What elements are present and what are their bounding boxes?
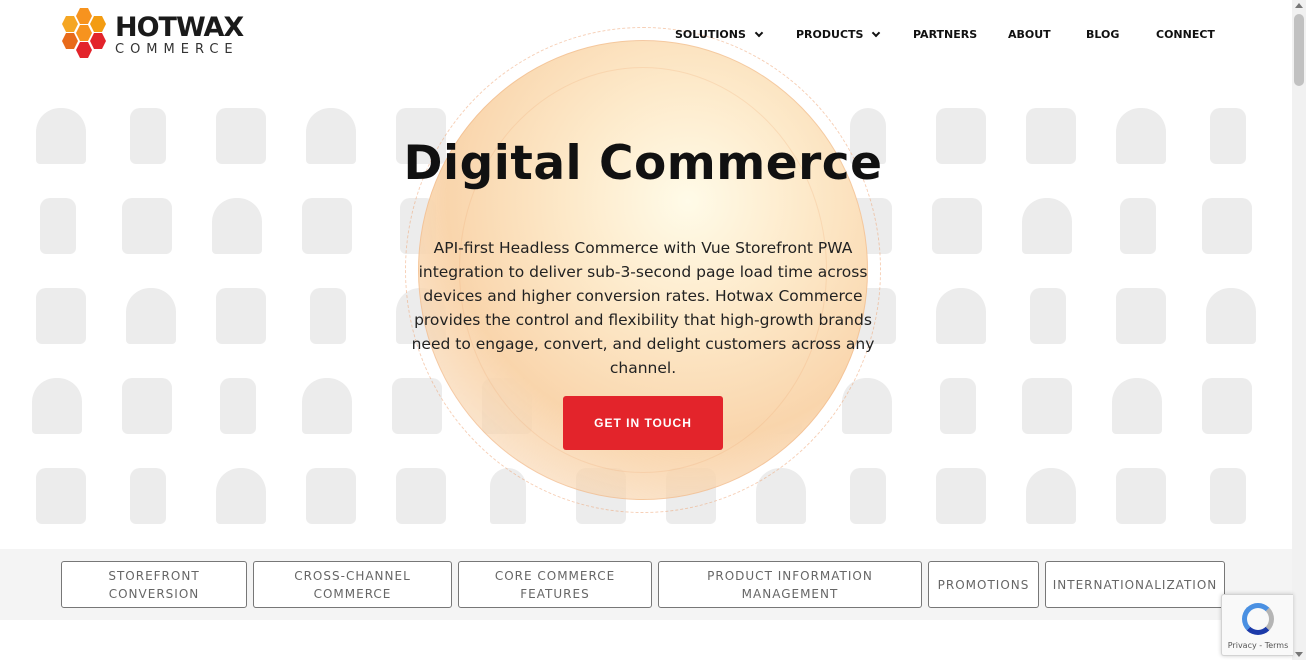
clothing-silhouette-icon xyxy=(302,378,352,434)
clothing-silhouette-icon xyxy=(36,288,86,344)
clothing-silhouette-icon xyxy=(1022,378,1072,434)
main-nav: SOLUTIONS PRODUCTS PARTNERS ABOUT BLOG C… xyxy=(675,28,1215,41)
clothing-silhouette-icon xyxy=(850,468,886,524)
hexagon-logo-icon xyxy=(57,6,111,64)
tab-label-line2: CONVERSION xyxy=(108,586,200,601)
clothing-silhouette-icon xyxy=(940,378,976,434)
clothing-silhouette-icon xyxy=(310,288,346,344)
tab-label-line2: MANAGEMENT xyxy=(741,586,839,601)
tab-product-information-management[interactable]: PRODUCT INFORMATION MANAGEMENT xyxy=(658,561,922,608)
tab-core-commerce-features[interactable]: CORE COMMERCE FEATURES xyxy=(458,561,652,608)
clothing-silhouette-icon xyxy=(936,468,986,524)
clothing-silhouette-icon xyxy=(302,198,352,254)
nav-item-about[interactable]: ABOUT xyxy=(1008,28,1086,41)
clothing-silhouette-icon xyxy=(1202,378,1252,434)
scroll-up-arrow-icon[interactable] xyxy=(1295,3,1303,8)
clothing-silhouette-icon xyxy=(1202,198,1252,254)
nav-item-label: PRODUCTS xyxy=(796,28,864,41)
nav-item-connect[interactable]: CONNECT xyxy=(1156,28,1215,41)
clothing-silhouette-icon xyxy=(126,288,176,344)
tab-label-line1: CORE COMMERCE xyxy=(494,568,616,583)
recaptcha-links[interactable]: Privacy - Terms xyxy=(1222,641,1294,650)
clothing-silhouette-icon xyxy=(122,378,172,434)
clothing-silhouette-icon xyxy=(1112,378,1162,434)
tab-label-line1: CROSS-CHANNEL xyxy=(294,568,411,583)
nav-item-solutions[interactable]: SOLUTIONS xyxy=(675,28,796,41)
tab-label: INTERNATIONALIZATION xyxy=(1052,577,1218,592)
nav-item-label: CONNECT xyxy=(1156,28,1215,41)
clothing-silhouette-icon xyxy=(122,198,172,254)
feature-tabs-strip: STOREFRONT CONVERSION CROSS-CHANNEL COMMER… xyxy=(0,549,1292,620)
hero-section: Digital Commerce API-first Headless Comm… xyxy=(0,0,1292,549)
clothing-silhouette-icon xyxy=(1206,288,1256,344)
tab-promotions[interactable]: PROMOTIONS xyxy=(928,561,1039,608)
clothing-silhouette-icon xyxy=(396,468,446,524)
logo-wordmark: HOTWAX xyxy=(115,12,244,43)
site-header: HOTWAX COMMERCE SOLUTIONS PRODUCTS PARTN… xyxy=(0,0,1292,70)
tab-label-line1: PRODUCT INFORMATION xyxy=(707,568,873,583)
tab-label-line1: STOREFRONT xyxy=(108,568,200,583)
hero-description: API-first Headless Commerce with Vue Sto… xyxy=(411,239,875,377)
chevron-down-icon xyxy=(754,28,764,37)
clothing-silhouette-icon xyxy=(220,378,256,434)
clothing-silhouette-icon xyxy=(1210,468,1246,524)
tab-label-line2: FEATURES xyxy=(520,586,590,601)
logo-subtitle: COMMERCE xyxy=(115,42,239,57)
nav-item-label: ABOUT xyxy=(1008,28,1051,41)
chevron-down-icon xyxy=(872,28,881,37)
tab-label-line2: COMMERCE xyxy=(313,586,392,601)
nav-item-blog[interactable]: BLOG xyxy=(1086,28,1156,41)
clothing-silhouette-icon xyxy=(212,198,262,254)
hero-title: Digital Commerce xyxy=(403,136,883,191)
tab-internationalization[interactable]: INTERNATIONALIZATION xyxy=(1045,561,1225,608)
clothing-silhouette-icon xyxy=(1026,468,1076,524)
clothing-silhouette-icon xyxy=(1116,288,1166,344)
nav-item-partners[interactable]: PARTNERS xyxy=(913,28,1008,41)
clothing-silhouette-icon xyxy=(936,288,986,344)
nav-item-label: BLOG xyxy=(1086,28,1120,41)
hotwax-logo[interactable]: HOTWAX COMMERCE xyxy=(57,6,244,64)
clothing-silhouette-icon xyxy=(1022,198,1072,254)
clothing-silhouette-icon xyxy=(32,378,82,434)
clothing-silhouette-icon xyxy=(130,468,166,524)
clothing-silhouette-icon xyxy=(1120,198,1156,254)
nav-item-label: SOLUTIONS xyxy=(675,28,746,41)
page-scrollbar[interactable] xyxy=(1292,0,1306,660)
nav-item-label: PARTNERS xyxy=(913,28,978,41)
clothing-silhouette-icon xyxy=(216,468,266,524)
scrollbar-thumb[interactable] xyxy=(1294,14,1304,86)
tab-storefront-conversion[interactable]: STOREFRONT CONVERSION xyxy=(61,561,247,608)
recaptcha-icon xyxy=(1242,603,1274,635)
clothing-silhouette-icon xyxy=(216,288,266,344)
clothing-silhouette-icon xyxy=(40,198,76,254)
clothing-silhouette-icon xyxy=(36,468,86,524)
nav-item-products[interactable]: PRODUCTS xyxy=(796,28,913,41)
clothing-silhouette-icon xyxy=(932,198,982,254)
clothing-silhouette-icon xyxy=(306,468,356,524)
scroll-down-arrow-icon[interactable] xyxy=(1295,652,1303,657)
clothing-silhouette-icon xyxy=(1030,288,1066,344)
recaptcha-badge[interactable]: Privacy - Terms xyxy=(1221,594,1293,656)
get-in-touch-button[interactable]: GET IN TOUCH xyxy=(563,396,723,450)
clothing-silhouette-icon xyxy=(1116,468,1166,524)
tab-cross-channel-commerce[interactable]: CROSS-CHANNEL COMMERCE xyxy=(253,561,452,608)
tab-label: PROMOTIONS xyxy=(937,577,1030,592)
